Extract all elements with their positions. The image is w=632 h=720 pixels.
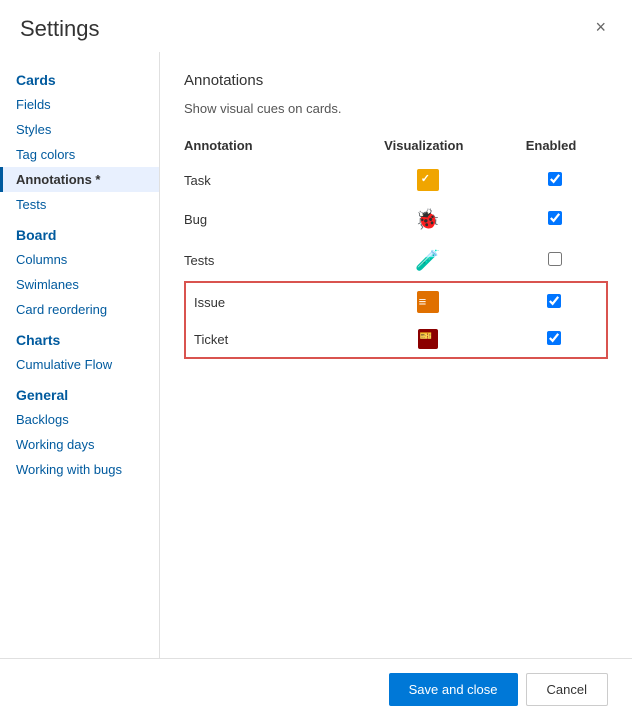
sidebar-item-tests[interactable]: Tests	[0, 192, 159, 217]
sidebar-section-general: General	[0, 377, 159, 407]
table-row: Task ✓	[184, 161, 608, 199]
sidebar-item-tag-colors[interactable]: Tag colors	[0, 142, 159, 167]
sidebar-item-swimlanes[interactable]: Swimlanes	[0, 272, 159, 297]
checkbox-issue[interactable]	[547, 294, 561, 308]
cancel-button[interactable]: Cancel	[526, 673, 608, 706]
sidebar-item-annotations[interactable]: Annotations *	[0, 167, 159, 192]
col-header-annotation: Annotation	[184, 132, 354, 161]
col-header-enabled: Enabled	[502, 132, 608, 161]
checkbox-tests[interactable]	[548, 252, 562, 266]
sidebar: Cards Fields Styles Tag colors Annotatio…	[0, 52, 160, 658]
highlighted-annotations-table: Issue ≡ Ticket	[184, 281, 608, 359]
sidebar-item-backlogs[interactable]: Backlogs	[0, 407, 159, 432]
checkbox-ticket[interactable]	[547, 331, 561, 345]
annotation-icon-bug: 🐞	[354, 199, 502, 240]
table-row: Bug 🐞	[184, 199, 608, 240]
save-close-button[interactable]: Save and close	[389, 673, 518, 706]
annotation-label-bug: Bug	[184, 199, 354, 240]
dialog-title: Settings	[20, 16, 100, 42]
sidebar-item-styles[interactable]: Styles	[0, 117, 159, 142]
annotation-enabled-ticket[interactable]	[501, 321, 607, 358]
sidebar-item-working-with-bugs[interactable]: Working with bugs	[0, 457, 159, 482]
annotation-enabled-tests[interactable]	[502, 240, 608, 281]
checkbox-task[interactable]	[548, 172, 562, 186]
main-content: Annotations Show visual cues on cards. A…	[160, 52, 632, 658]
annotation-label-tests: Tests	[184, 240, 354, 281]
annotation-label-task: Task	[184, 161, 354, 199]
dialog-footer: Save and close Cancel	[0, 658, 632, 720]
annotations-table: Annotation Visualization Enabled Task ✓	[184, 132, 608, 281]
checkbox-bug[interactable]	[548, 211, 562, 225]
annotation-enabled-issue[interactable]	[501, 282, 607, 321]
table-row-issue: Issue ≡	[185, 282, 607, 321]
annotation-enabled-bug[interactable]	[502, 199, 608, 240]
section-subtitle: Show visual cues on cards.	[184, 101, 608, 116]
col-header-visualization: Visualization	[354, 132, 502, 161]
table-row: Tests 🧪	[184, 240, 608, 281]
settings-dialog: Settings × Cards Fields Styles Tag color…	[0, 0, 632, 720]
annotation-label-ticket: Ticket	[185, 321, 354, 358]
annotation-icon-task: ✓	[354, 161, 502, 199]
section-title: Annotations	[184, 72, 608, 89]
sidebar-item-working-days[interactable]: Working days	[0, 432, 159, 457]
annotation-enabled-task[interactable]	[502, 161, 608, 199]
sidebar-section-cards: Cards	[0, 62, 159, 92]
dialog-body: Cards Fields Styles Tag colors Annotatio…	[0, 52, 632, 658]
annotation-icon-ticket: 🎫	[354, 321, 502, 358]
annotation-label-issue: Issue	[185, 282, 354, 321]
sidebar-item-columns[interactable]: Columns	[0, 247, 159, 272]
table-row-ticket: Ticket 🎫	[185, 321, 607, 358]
sidebar-section-board: Board	[0, 217, 159, 247]
annotation-icon-tests: 🧪	[354, 240, 502, 281]
sidebar-section-charts: Charts	[0, 322, 159, 352]
close-button[interactable]: ×	[589, 16, 612, 38]
dialog-header: Settings ×	[0, 0, 632, 52]
sidebar-item-cumulative-flow[interactable]: Cumulative Flow	[0, 352, 159, 377]
sidebar-item-card-reordering[interactable]: Card reordering	[0, 297, 159, 322]
sidebar-item-fields[interactable]: Fields	[0, 92, 159, 117]
annotation-icon-issue: ≡	[354, 282, 502, 321]
